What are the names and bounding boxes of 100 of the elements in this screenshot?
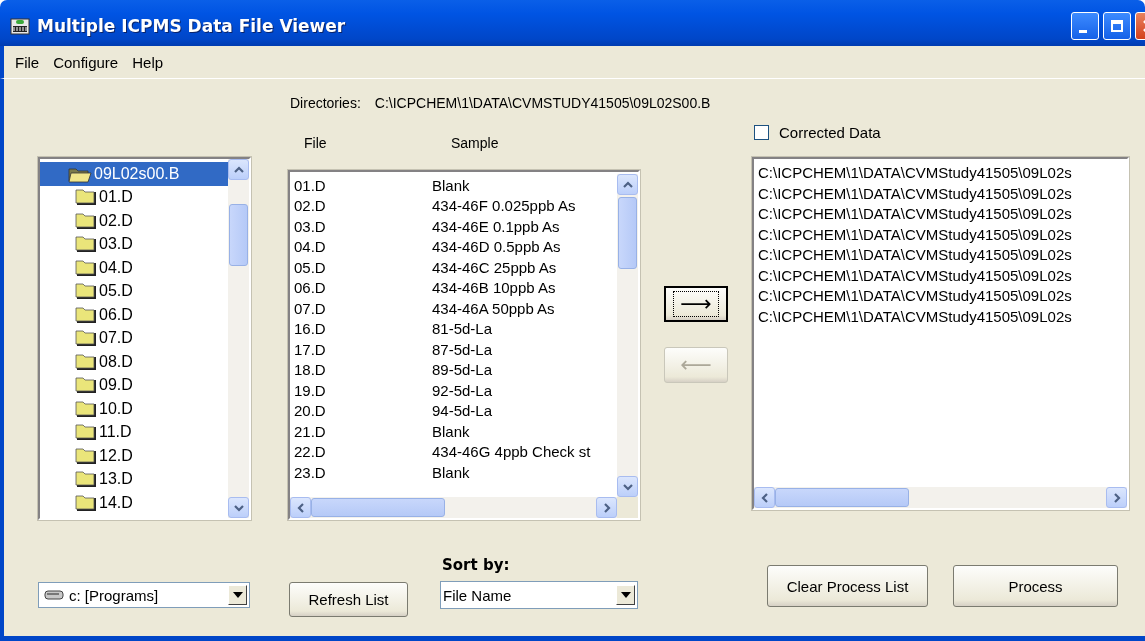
folder-item[interactable]: 11.D bbox=[40, 420, 228, 444]
list-row[interactable]: 16.D 81-5d-La bbox=[294, 318, 617, 339]
scroll-up-button[interactable] bbox=[617, 174, 638, 195]
list-row[interactable]: 05.D 434-46C 25ppb As bbox=[294, 257, 617, 278]
sample-name: 434-46A 50ppb As bbox=[432, 299, 555, 317]
folder-item[interactable]: 04.D bbox=[40, 256, 228, 280]
folder-name: 08.D bbox=[99, 352, 133, 371]
file-path[interactable]: C:\ICPCHEM\1\DATA\CVMStudy41505\09L02s bbox=[758, 306, 1127, 327]
scrollbar-thumb[interactable] bbox=[618, 197, 637, 269]
file-name: 17.D bbox=[294, 340, 327, 358]
sample-name: 434-46F 0.025ppb As bbox=[432, 197, 576, 215]
folder-item[interactable]: 07.D bbox=[40, 326, 228, 350]
list-row[interactable]: 21.D Blank bbox=[294, 421, 617, 442]
file-name: 20.D bbox=[294, 402, 327, 420]
file-path[interactable]: C:\ICPCHEM\1\DATA\CVMStudy41505\09L02s bbox=[758, 245, 1127, 266]
scroll-right-button[interactable] bbox=[1106, 487, 1127, 508]
menu-item[interactable]: Help bbox=[125, 51, 171, 73]
minimize-button[interactable] bbox=[1071, 12, 1099, 40]
folder-item[interactable]: 09L02s00.B bbox=[40, 162, 228, 186]
clear-button[interactable]: Clear Process List bbox=[767, 565, 928, 607]
combo-value: File Name bbox=[443, 586, 513, 604]
folder-item[interactable]: 02.D bbox=[40, 209, 228, 233]
window-title: Multiple ICPMS Data File Viewer bbox=[37, 16, 346, 36]
folder-name: 13.D bbox=[99, 470, 133, 489]
folder-item[interactable]: 14.D bbox=[40, 491, 228, 515]
sample-name: 94-5d-La bbox=[432, 402, 493, 420]
refresh-button[interactable]: Refresh List bbox=[289, 582, 408, 617]
folder-name: 14.D bbox=[99, 493, 133, 512]
file-name: 16.D bbox=[294, 320, 327, 338]
list-row[interactable]: 01.D Blank bbox=[294, 175, 617, 196]
folder-name: 09L02s00.B bbox=[94, 164, 180, 183]
combo-value: c: [Programs] bbox=[69, 586, 160, 604]
list-row[interactable]: 20.D 94-5d-La bbox=[294, 400, 617, 421]
scroll-up-button[interactable] bbox=[228, 159, 249, 180]
list-row[interactable]: 04.D 434-46D 0.5ppb As bbox=[294, 236, 617, 257]
dropdown-button[interactable] bbox=[228, 585, 247, 605]
process-button[interactable]: Process bbox=[953, 565, 1118, 607]
folder-name: 02.D bbox=[99, 211, 133, 230]
folder-item[interactable]: 01.D bbox=[40, 185, 228, 209]
file-path[interactable]: C:\ICPCHEM\1\DATA\CVMStudy41505\09L02s bbox=[758, 265, 1127, 286]
folder-icon bbox=[75, 188, 97, 207]
sample-name: Blank bbox=[432, 463, 470, 481]
folder-icon bbox=[75, 470, 97, 489]
file-name: 01.D bbox=[294, 176, 327, 194]
folder-item[interactable]: 09.D bbox=[40, 373, 228, 397]
folder-icon bbox=[75, 423, 97, 442]
folder-item[interactable]: 06.D bbox=[40, 303, 228, 327]
list-row[interactable]: 23.D Blank bbox=[294, 462, 617, 483]
maximize-button[interactable] bbox=[1103, 12, 1131, 40]
list-row[interactable]: 17.D 87-5d-La bbox=[294, 339, 617, 360]
file-path[interactable]: C:\ICPCHEM\1\DATA\CVMStudy41505\09L02s bbox=[758, 204, 1127, 225]
add-button[interactable]: ⟶ bbox=[664, 286, 728, 322]
file-path[interactable]: C:\ICPCHEM\1\DATA\CVMStudy41505\09L02s bbox=[758, 224, 1127, 245]
sample-name: 434-46D 0.5ppb As bbox=[432, 238, 561, 256]
list-row[interactable]: 03.D 434-46E 0.1ppb As bbox=[294, 216, 617, 237]
scrollbar-thumb[interactable] bbox=[229, 204, 248, 266]
scrollbar-thumb[interactable] bbox=[311, 498, 445, 517]
scrollbar-corner bbox=[617, 497, 638, 518]
folder-name: 07.D bbox=[99, 329, 133, 348]
folder-icon bbox=[75, 305, 97, 324]
column-header: Sample bbox=[451, 135, 499, 151]
folder-item[interactable]: 08.D bbox=[40, 350, 228, 374]
file-path[interactable]: C:\ICPCHEM\1\DATA\CVMStudy41505\09L02s bbox=[758, 183, 1127, 204]
folder-item[interactable]: 03.D bbox=[40, 232, 228, 256]
list-row[interactable]: 22.D 434-46G 4ppb Check st bbox=[294, 441, 617, 462]
sample-name: 81-5d-La bbox=[432, 320, 493, 338]
sort-dropdown[interactable]: File Name bbox=[440, 581, 638, 609]
dropdown-button[interactable] bbox=[616, 585, 635, 605]
scroll-down-button[interactable] bbox=[228, 497, 249, 518]
list-row[interactable]: 18.D 89-5d-La bbox=[294, 359, 617, 380]
checkbox[interactable] bbox=[754, 124, 769, 140]
list-row[interactable]: 06.D 434-46B 10ppb As bbox=[294, 277, 617, 298]
file-name: 19.D bbox=[294, 381, 327, 399]
folder-icon bbox=[75, 376, 97, 395]
sample-name: 92-5d-La bbox=[432, 381, 493, 399]
folder-name: 06.D bbox=[99, 305, 133, 324]
file-path[interactable]: C:\ICPCHEM\1\DATA\CVMStudy41505\09L02s bbox=[758, 286, 1127, 307]
folder-item[interactable]: 05.D bbox=[40, 279, 228, 303]
list-row[interactable]: 19.D 92-5d-La bbox=[294, 380, 617, 401]
list-row[interactable]: 07.D 434-46A 50ppb As bbox=[294, 298, 617, 319]
sample-name: Blank bbox=[432, 176, 470, 194]
directories-label: Directories: bbox=[290, 95, 361, 111]
menu-item[interactable]: File bbox=[8, 51, 47, 73]
sample-name: 434-46C 25ppb As bbox=[432, 258, 557, 276]
scroll-down-button[interactable] bbox=[617, 476, 638, 497]
scroll-left-button[interactable] bbox=[754, 487, 775, 508]
file-path[interactable]: C:\ICPCHEM\1\DATA\CVMStudy41505\09L02s bbox=[758, 163, 1127, 184]
folder-item[interactable]: 10.D bbox=[40, 397, 228, 421]
file-name: 18.D bbox=[294, 361, 327, 379]
scrollbar-thumb[interactable] bbox=[775, 488, 909, 507]
column-header: File bbox=[304, 135, 328, 151]
sample-name: 434-46E 0.1ppb As bbox=[432, 217, 560, 235]
folder-item[interactable]: 13.D bbox=[40, 467, 228, 491]
scroll-right-button[interactable] bbox=[596, 497, 617, 518]
list-row[interactable]: 02.D 434-46F 0.025ppb As bbox=[294, 195, 617, 216]
folder-item[interactable]: 12.D bbox=[40, 444, 228, 468]
menu-item[interactable]: Configure bbox=[46, 51, 126, 73]
scroll-left-button[interactable] bbox=[290, 497, 311, 518]
sample-name: 87-5d-La bbox=[432, 340, 493, 358]
drive-dropdown[interactable]: c: [Programs] bbox=[38, 582, 250, 608]
